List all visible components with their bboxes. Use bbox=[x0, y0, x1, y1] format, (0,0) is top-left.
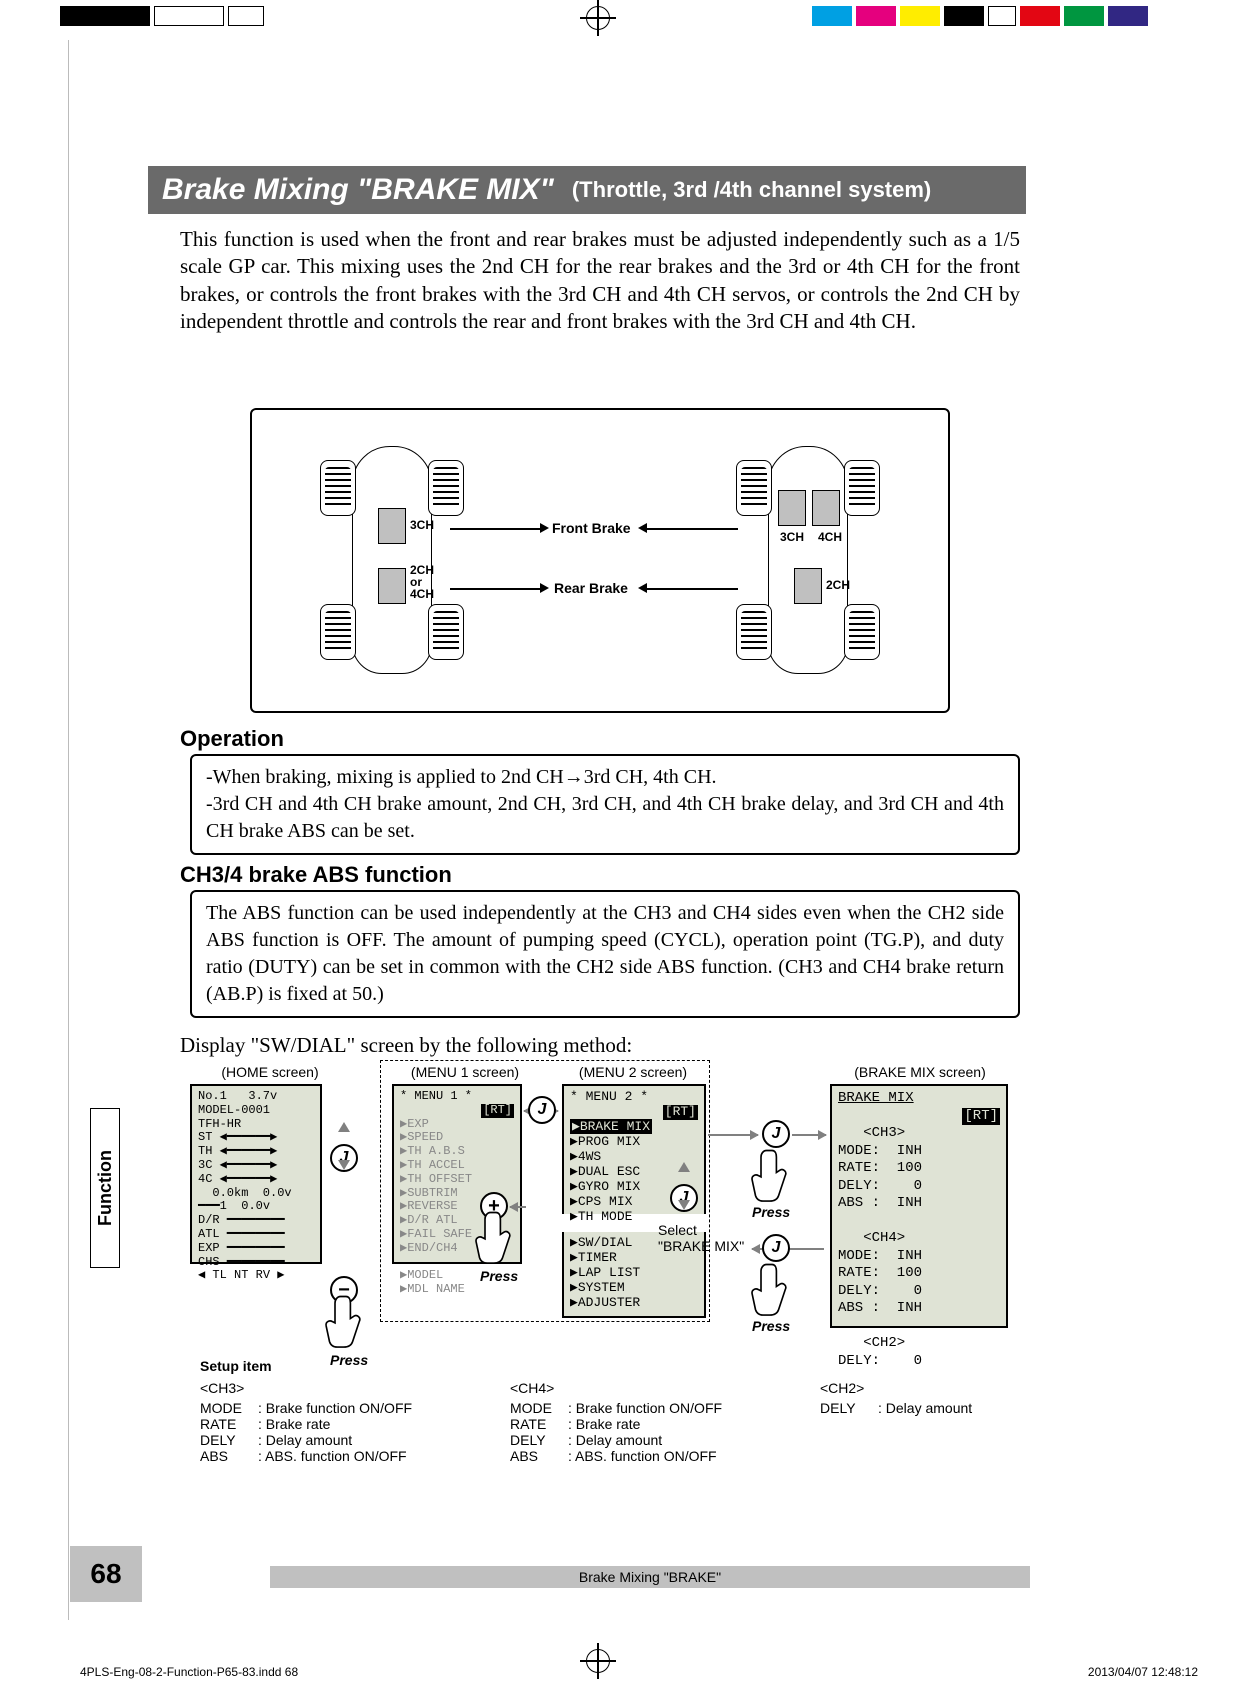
flow-arrow-icon bbox=[708, 1134, 758, 1136]
setup-row: DELY: Delay amount bbox=[820, 1400, 1040, 1416]
diagram-car-right: 3CH 4CH 2CH bbox=[708, 430, 908, 690]
footer-caption: Brake Mixing "BRAKE" bbox=[270, 1566, 1030, 1588]
crop-mark bbox=[68, 40, 69, 1620]
label-front-brake: Front Brake bbox=[552, 520, 631, 536]
setup-heading: Setup item bbox=[200, 1358, 1040, 1374]
setup-ch3-head: <CH3> bbox=[200, 1380, 480, 1396]
setup-row: DELY: Delay amount bbox=[200, 1432, 480, 1448]
setup-row: DELY: Delay amount bbox=[510, 1432, 790, 1448]
setup-row: RATE: Brake rate bbox=[510, 1416, 790, 1432]
press-label: Press bbox=[752, 1204, 790, 1220]
side-tab-function: Function bbox=[90, 1108, 120, 1268]
jog-button-icon: J bbox=[762, 1234, 790, 1262]
home-screen: No.1 3.7v MODEL-0001 TFH-HR ST ◀━━━━━━▶ … bbox=[190, 1084, 322, 1264]
meta-timestamp: 2013/04/07 12:48:12 bbox=[1088, 1665, 1198, 1679]
setup-row: MODE: Brake function ON/OFF bbox=[200, 1400, 480, 1416]
caption-brakemix: (BRAKE MIX screen) bbox=[830, 1064, 1010, 1080]
heading-abs: CH3/4 brake ABS function bbox=[180, 862, 452, 888]
hand-icon bbox=[750, 1148, 794, 1208]
intro-paragraph: This function is used when the front and… bbox=[180, 226, 1020, 335]
press-label: Press bbox=[752, 1318, 790, 1334]
operation-line2: -3rd CH and 4th CH brake amount, 2nd CH,… bbox=[206, 791, 1004, 845]
select-label: Select bbox=[658, 1222, 697, 1238]
hand-icon bbox=[750, 1262, 794, 1322]
operation-box: -When braking, mixing is applied to 2nd … bbox=[190, 754, 1020, 855]
setup-row: MODE: Brake function ON/OFF bbox=[510, 1400, 790, 1416]
jog-button-icon: J bbox=[528, 1096, 556, 1124]
page-number: 68 bbox=[70, 1546, 142, 1602]
operation-line1: -When braking, mixing is applied to 2nd … bbox=[206, 764, 1004, 791]
select-target: "BRAKE MIX" bbox=[658, 1238, 744, 1254]
page-content: Brake Mixing "BRAKE MIX" (Throttle, 3rd … bbox=[70, 48, 1168, 1638]
caption-home: (HOME screen) bbox=[200, 1064, 340, 1080]
label-rear-brake: Rear Brake bbox=[554, 580, 628, 596]
flow-arrow-icon bbox=[510, 1206, 526, 1208]
navigation-flow: (HOME screen) (MENU 1 screen) (MENU 2 sc… bbox=[180, 1064, 1040, 1354]
jog-button-icon: J bbox=[762, 1120, 790, 1148]
jog-updown-icon bbox=[338, 1122, 350, 1170]
hand-icon bbox=[474, 1210, 518, 1270]
flow-arrow-icon bbox=[792, 1134, 826, 1136]
brake-diagram: 3CH 2CH or 4CH 3CH 4CH 2CH Front Brake R… bbox=[250, 408, 950, 713]
abs-box: The ABS function can be used independent… bbox=[190, 890, 1020, 1018]
diagram-car-left: 3CH 2CH or 4CH bbox=[292, 430, 492, 690]
nav-intro: Display "SW/DIAL" screen by the followin… bbox=[180, 1032, 1020, 1059]
setup-row: RATE: Brake rate bbox=[200, 1416, 480, 1432]
title-subtitle: (Throttle, 3rd /4th channel system) bbox=[572, 177, 931, 203]
setup-ch2-head: <CH2> bbox=[820, 1380, 1040, 1396]
press-label: Press bbox=[480, 1268, 518, 1284]
brakemix-screen: BRAKE MIX [RT] <CH3> MODE: INH RATE: 100… bbox=[830, 1084, 1008, 1328]
setup-row: ABS: ABS. function ON/OFF bbox=[200, 1448, 480, 1464]
jog-updown-icon bbox=[678, 1162, 690, 1210]
hand-icon bbox=[324, 1294, 368, 1354]
meta-file: 4PLS-Eng-08-2-Function-P65-83.indd 68 bbox=[80, 1665, 298, 1679]
section-title-bar: Brake Mixing "BRAKE MIX" (Throttle, 3rd … bbox=[148, 166, 1026, 214]
heading-operation: Operation bbox=[180, 726, 284, 752]
setup-ch4-head: <CH4> bbox=[510, 1380, 790, 1396]
setup-items: Setup item <CH3> MODE: Brake function ON… bbox=[200, 1358, 1040, 1464]
printer-registration-top bbox=[0, 0, 1238, 40]
title-main: Brake Mixing "BRAKE MIX" bbox=[162, 173, 554, 207]
setup-row: ABS: ABS. function ON/OFF bbox=[510, 1448, 790, 1464]
print-meta: 4PLS-Eng-08-2-Function-P65-83.indd 68 20… bbox=[80, 1665, 1198, 1679]
